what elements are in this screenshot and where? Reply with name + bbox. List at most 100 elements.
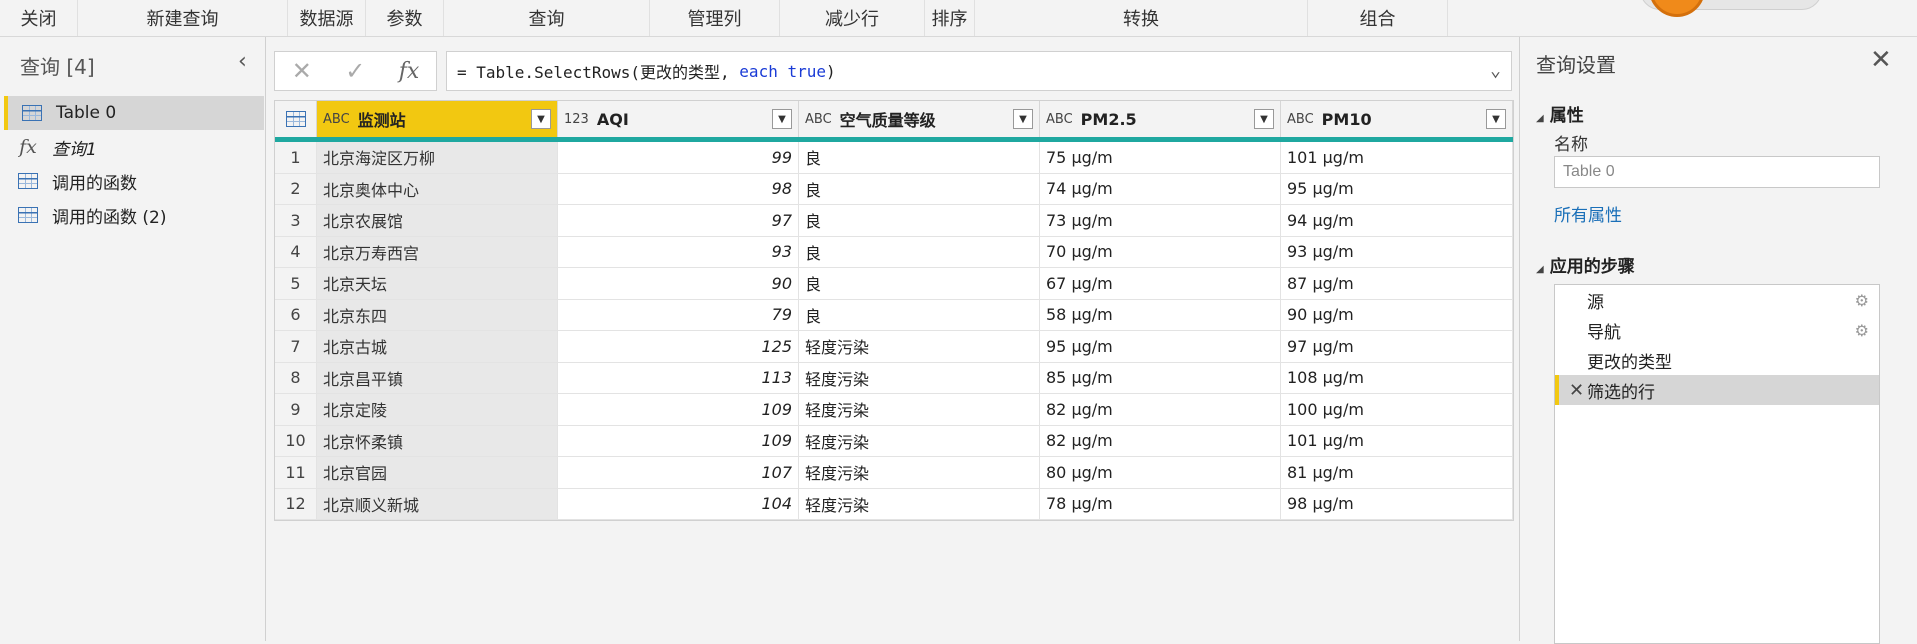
pm25-cell[interactable]: 82 µg/m bbox=[1040, 394, 1281, 425]
column-header[interactable]: ABC 空气质量等级 ▼ bbox=[799, 101, 1040, 137]
table-row[interactable]: 3 北京农展馆 97 良 73 µg/m 94 µg/m bbox=[275, 205, 1513, 237]
station-cell[interactable]: 北京定陵 bbox=[317, 394, 558, 425]
row-number[interactable]: 3 bbox=[275, 205, 317, 236]
query-item-query1[interactable]: fx 查询1 bbox=[4, 130, 260, 164]
level-cell[interactable]: 轻度污染 bbox=[799, 457, 1040, 488]
aqi-cell[interactable]: 125 bbox=[558, 331, 799, 362]
aqi-cell[interactable]: 99 bbox=[558, 142, 799, 173]
aqi-cell[interactable]: 109 bbox=[558, 394, 799, 425]
gear-icon[interactable]: ⚙ bbox=[1855, 291, 1869, 310]
station-cell[interactable]: 北京昌平镇 bbox=[317, 362, 558, 393]
aqi-cell[interactable]: 107 bbox=[558, 457, 799, 488]
pm25-cell[interactable]: 82 µg/m bbox=[1040, 425, 1281, 456]
level-cell[interactable]: 轻度污染 bbox=[799, 394, 1040, 425]
pm25-cell[interactable]: 75 µg/m bbox=[1040, 142, 1281, 173]
station-cell[interactable]: 北京古城 bbox=[317, 331, 558, 362]
pm25-cell[interactable]: 58 µg/m bbox=[1040, 299, 1281, 330]
row-number[interactable]: 6 bbox=[275, 299, 317, 330]
pm10-cell[interactable]: 98 µg/m bbox=[1281, 488, 1513, 519]
pm25-cell[interactable]: 78 µg/m bbox=[1040, 488, 1281, 519]
pm25-cell[interactable]: 95 µg/m bbox=[1040, 331, 1281, 362]
table-row[interactable]: 4 北京万寿西宫 93 良 70 µg/m 93 µg/m bbox=[275, 236, 1513, 268]
pm10-cell[interactable]: 108 µg/m bbox=[1281, 362, 1513, 393]
row-number[interactable]: 12 bbox=[275, 488, 317, 519]
query-item-invoked-function[interactable]: 调用的函数 bbox=[4, 164, 260, 198]
pm25-cell[interactable]: 73 µg/m bbox=[1040, 205, 1281, 236]
row-number[interactable]: 7 bbox=[275, 331, 317, 362]
aqi-cell[interactable]: 98 bbox=[558, 173, 799, 204]
step-item-navigation[interactable]: 导航 ⚙ bbox=[1555, 315, 1879, 345]
row-number[interactable]: 11 bbox=[275, 457, 317, 488]
level-cell[interactable]: 轻度污染 bbox=[799, 425, 1040, 456]
gear-icon[interactable]: ⚙ bbox=[1855, 321, 1869, 340]
station-cell[interactable]: 北京官园 bbox=[317, 457, 558, 488]
station-cell[interactable]: 北京怀柔镇 bbox=[317, 425, 558, 456]
column-header[interactable]: ABC 监测站 ▼ bbox=[317, 101, 558, 137]
step-item-changed-type[interactable]: 更改的类型 bbox=[1555, 345, 1879, 375]
step-item-filtered-rows[interactable]: ✕ 筛选的行 bbox=[1555, 375, 1879, 405]
cancel-icon[interactable]: ✕ bbox=[292, 57, 312, 85]
row-number[interactable]: 8 bbox=[275, 362, 317, 393]
ribbon-group-query[interactable]: 查询 bbox=[444, 0, 650, 36]
table-row[interactable]: 5 北京天坛 90 良 67 µg/m 87 µg/m bbox=[275, 268, 1513, 300]
ribbon-group-manage-columns[interactable]: 管理列 bbox=[650, 0, 780, 36]
table-row[interactable]: 11 北京官园 107 轻度污染 80 µg/m 81 µg/m bbox=[275, 457, 1513, 489]
level-cell[interactable]: 良 bbox=[799, 142, 1040, 173]
station-cell[interactable]: 北京天坛 bbox=[317, 268, 558, 299]
confirm-icon[interactable]: ✓ bbox=[345, 57, 365, 85]
row-number[interactable]: 10 bbox=[275, 425, 317, 456]
table-row[interactable]: 12 北京顺义新城 104 轻度污染 78 µg/m 98 µg/m bbox=[275, 488, 1513, 520]
pm10-cell[interactable]: 100 µg/m bbox=[1281, 394, 1513, 425]
column-header[interactable]: ABC PM2.5 ▼ bbox=[1040, 101, 1281, 137]
fx-icon[interactable]: fx bbox=[399, 59, 420, 84]
filter-dropdown-icon[interactable]: ▼ bbox=[1254, 109, 1274, 129]
pm10-cell[interactable]: 101 µg/m bbox=[1281, 142, 1513, 173]
column-header[interactable]: ABC PM10 ▼ bbox=[1281, 101, 1513, 137]
ribbon-group-reduce-rows[interactable]: 减少行 bbox=[780, 0, 925, 36]
row-number[interactable]: 4 bbox=[275, 236, 317, 267]
level-cell[interactable]: 良 bbox=[799, 299, 1040, 330]
pm10-cell[interactable]: 101 µg/m bbox=[1281, 425, 1513, 456]
row-number[interactable]: 9 bbox=[275, 394, 317, 425]
level-cell[interactable]: 良 bbox=[799, 236, 1040, 267]
level-cell[interactable]: 轻度污染 bbox=[799, 488, 1040, 519]
pm10-cell[interactable]: 94 µg/m bbox=[1281, 205, 1513, 236]
pm10-cell[interactable]: 93 µg/m bbox=[1281, 236, 1513, 267]
row-number[interactable]: 5 bbox=[275, 268, 317, 299]
aqi-cell[interactable]: 93 bbox=[558, 236, 799, 267]
name-field[interactable] bbox=[1554, 156, 1880, 188]
aqi-cell[interactable]: 109 bbox=[558, 425, 799, 456]
aqi-cell[interactable]: 113 bbox=[558, 362, 799, 393]
table-row[interactable]: 6 北京东四 79 良 58 µg/m 90 µg/m bbox=[275, 299, 1513, 331]
delete-step-icon[interactable]: ✕ bbox=[1569, 380, 1584, 401]
row-number[interactable]: 1 bbox=[275, 142, 317, 173]
pm10-cell[interactable]: 97 µg/m bbox=[1281, 331, 1513, 362]
aqi-cell[interactable]: 90 bbox=[558, 268, 799, 299]
ribbon-group-new-query[interactable]: 新建查询 bbox=[78, 0, 288, 36]
table-row[interactable]: 2 北京奥体中心 98 良 74 µg/m 95 µg/m bbox=[275, 173, 1513, 205]
ribbon-group-close[interactable]: 关闭 bbox=[0, 0, 78, 36]
filter-dropdown-icon[interactable]: ▼ bbox=[1013, 109, 1033, 129]
aqi-cell[interactable]: 79 bbox=[558, 299, 799, 330]
level-cell[interactable]: 轻度污染 bbox=[799, 362, 1040, 393]
pm10-cell[interactable]: 87 µg/m bbox=[1281, 268, 1513, 299]
station-cell[interactable]: 北京东四 bbox=[317, 299, 558, 330]
level-cell[interactable]: 良 bbox=[799, 205, 1040, 236]
table-menu-icon[interactable] bbox=[275, 101, 317, 137]
ribbon-group-parameters[interactable]: 参数 bbox=[366, 0, 444, 36]
filter-dropdown-icon[interactable]: ▼ bbox=[1486, 109, 1506, 129]
table-row[interactable]: 1 北京海淀区万柳 99 良 75 µg/m 101 µg/m bbox=[275, 142, 1513, 174]
filter-dropdown-icon[interactable]: ▼ bbox=[772, 109, 792, 129]
pm25-cell[interactable]: 74 µg/m bbox=[1040, 173, 1281, 204]
close-icon[interactable]: ✕ bbox=[1870, 45, 1892, 75]
ribbon-group-sort[interactable]: 排序 bbox=[925, 0, 975, 36]
ribbon-group-combine[interactable]: 组合 bbox=[1308, 0, 1448, 36]
expand-chevron-icon[interactable]: ⌄ bbox=[1490, 60, 1501, 81]
level-cell[interactable]: 轻度污染 bbox=[799, 331, 1040, 362]
station-cell[interactable]: 北京顺义新城 bbox=[317, 488, 558, 519]
station-cell[interactable]: 北京海淀区万柳 bbox=[317, 142, 558, 173]
level-cell[interactable]: 良 bbox=[799, 173, 1040, 204]
query-item-invoked-function-2[interactable]: 调用的函数 (2) bbox=[4, 198, 260, 232]
station-cell[interactable]: 北京万寿西宫 bbox=[317, 236, 558, 267]
table-row[interactable]: 10 北京怀柔镇 109 轻度污染 82 µg/m 101 µg/m bbox=[275, 425, 1513, 457]
